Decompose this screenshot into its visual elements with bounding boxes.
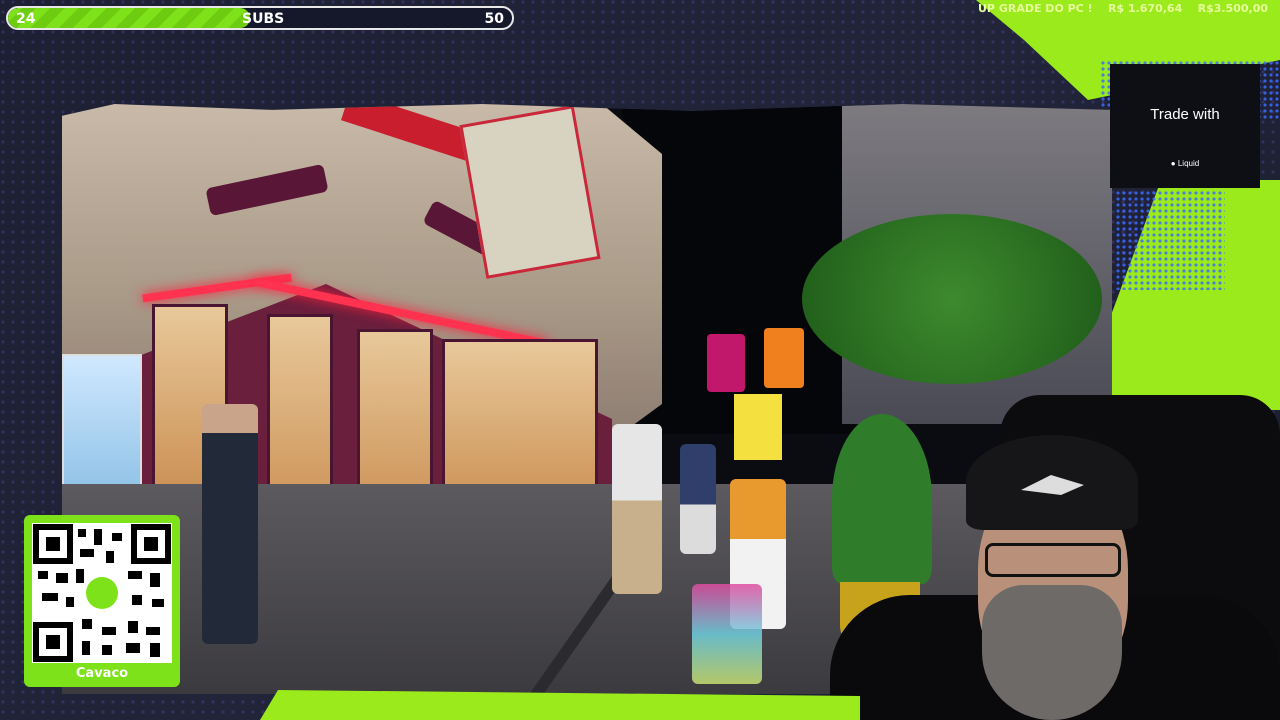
blue-dots-right	[1115, 190, 1225, 290]
person-standing	[202, 404, 258, 644]
upgrade-target: R$3.500,00	[1197, 2, 1268, 15]
streamer-beard	[982, 585, 1122, 720]
sponsor-box: Trade with ● Liquid	[1110, 64, 1260, 188]
upgrade-current: R$ 1.670,64	[1107, 2, 1183, 15]
subs-target: 50	[484, 11, 504, 27]
ad-screen	[62, 354, 142, 498]
drop-icon: ●	[1170, 159, 1178, 168]
qr-pattern-icon	[33, 524, 171, 662]
flower-cart	[692, 584, 762, 684]
subs-current: 24	[16, 11, 36, 27]
street-tree	[802, 214, 1102, 384]
qr-label: Cavaco	[75, 666, 129, 681]
upgrade-label: UP GRADE DO PC !	[978, 2, 1093, 15]
person-walking	[612, 424, 662, 594]
subs-goal-bar: 24 SUBS 50	[6, 6, 514, 30]
subs-label: SUBS	[242, 11, 285, 27]
sponsor-brand: ● Liquid	[1110, 159, 1260, 168]
qr-code	[32, 523, 172, 663]
pink-sign-icon	[707, 334, 745, 392]
qr-code-panel[interactable]: Cavaco	[24, 515, 180, 687]
yellow-sign-icon	[734, 394, 782, 460]
sponsor-title: Trade with	[1150, 106, 1220, 123]
streamer-glasses	[985, 543, 1121, 577]
person-walking	[680, 444, 716, 554]
upgrade-goal: UP GRADE DO PC ! R$ 1.670,64 R$3.500,00	[978, 2, 1268, 20]
sponsor-brand-label: Liquid	[1177, 159, 1200, 168]
webcam-feed	[830, 395, 1280, 720]
rog-logo-icon	[1021, 475, 1084, 495]
orange-sign-icon	[764, 328, 804, 388]
streamer-cap	[966, 435, 1138, 530]
subs-goal-fill	[8, 8, 250, 28]
